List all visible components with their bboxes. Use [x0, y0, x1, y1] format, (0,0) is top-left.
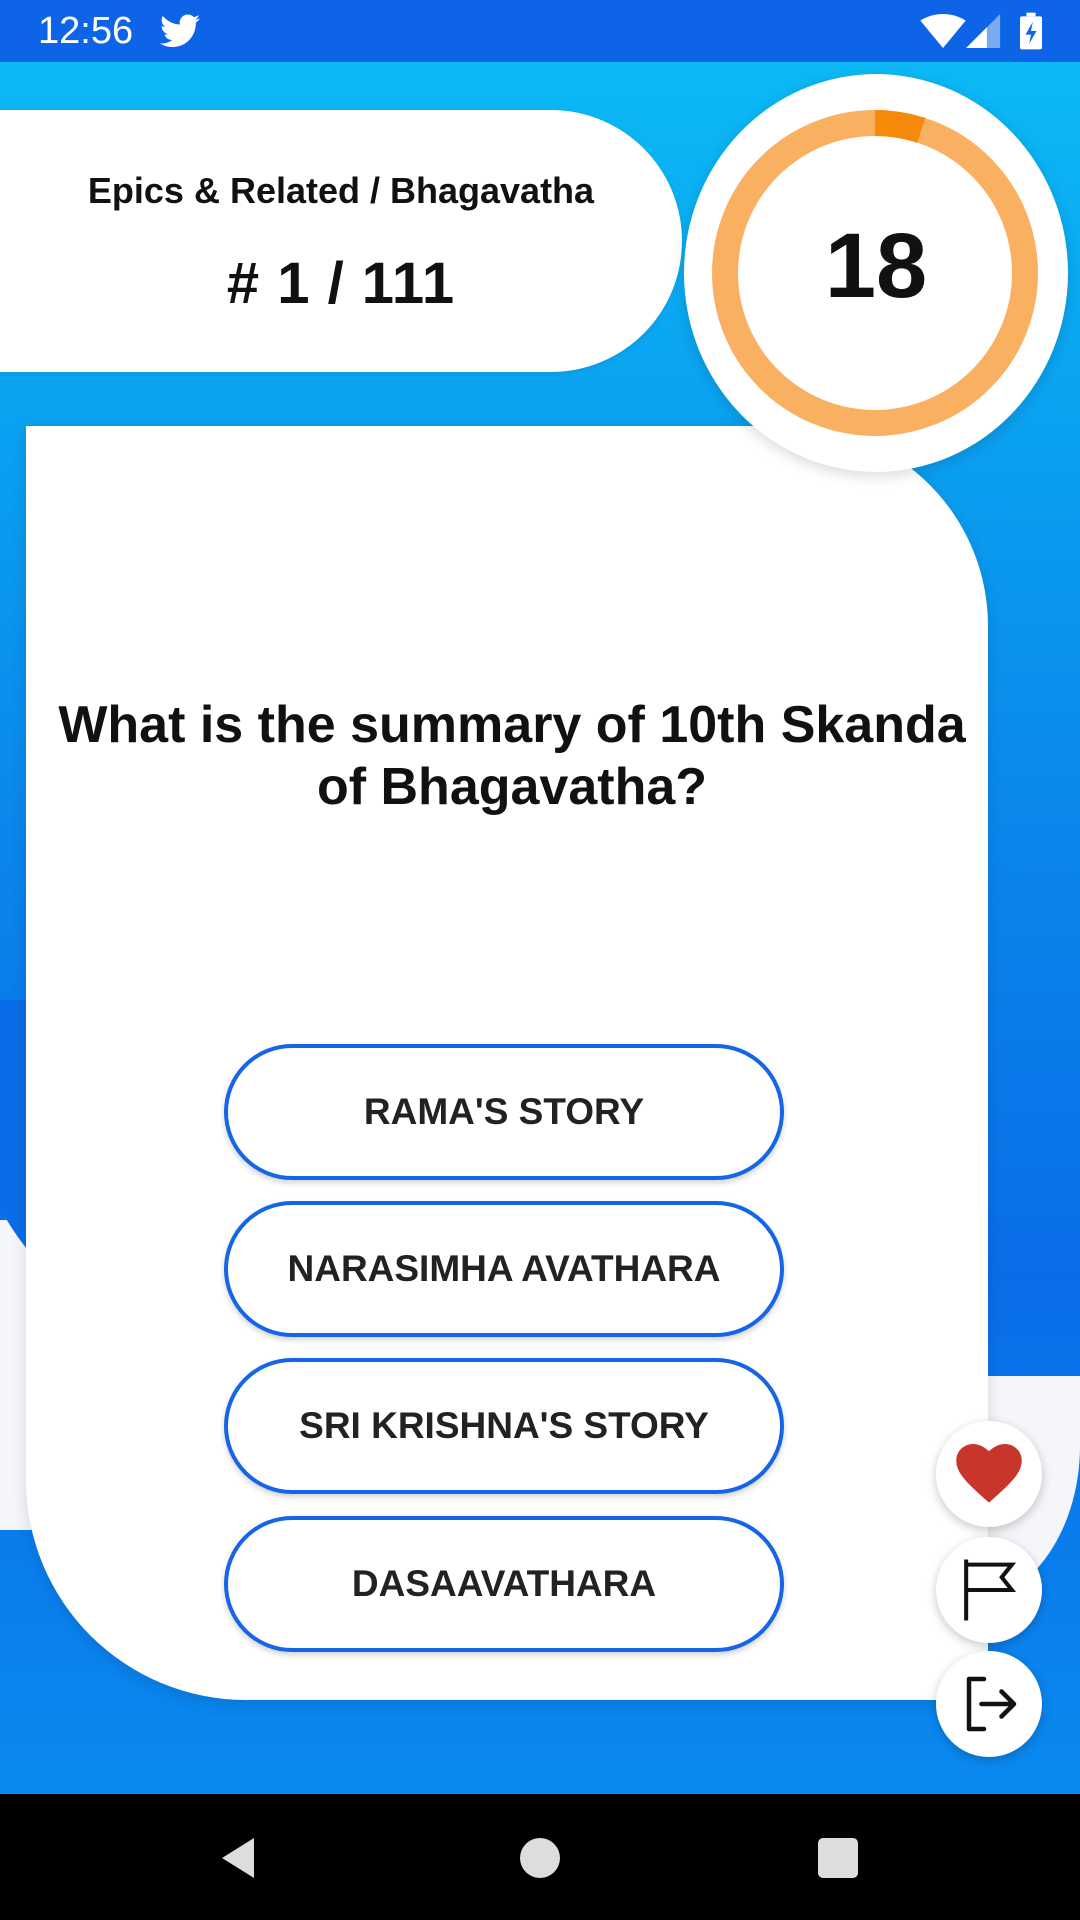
answer-option-4[interactable]: DASAAVATHARA — [224, 1516, 784, 1652]
quiz-header: Epics & Related / Bhagavatha # 1 / 111 — [0, 110, 682, 372]
status-time: 12:56 — [38, 10, 134, 52]
home-icon[interactable] — [520, 1838, 560, 1878]
question-text: What is the summary of 10th Skanda of Bh… — [58, 696, 966, 816]
twitter-icon — [160, 14, 200, 47]
heart-icon — [956, 1444, 1022, 1503]
battery-icon — [1020, 12, 1042, 50]
favorite-button[interactable] — [936, 1421, 1042, 1527]
answer-label: SRI KRISHNA'S STORY — [299, 1405, 709, 1446]
system-nav-bar — [0, 1794, 1080, 1920]
answer-label: DASAAVATHARA — [351, 1563, 657, 1604]
timer-value: 18 — [824, 215, 928, 317]
answer-label: RAMA'S STORY — [363, 1091, 645, 1132]
answer-option-3[interactable]: SRI KRISHNA'S STORY — [224, 1358, 784, 1494]
exit-icon — [966, 1676, 1017, 1732]
question-counter: # 1 / 111 — [226, 251, 456, 316]
exit-button[interactable] — [936, 1651, 1042, 1757]
wifi-icon — [920, 14, 966, 48]
countdown-timer: 18 — [684, 74, 1068, 472]
report-button[interactable] — [936, 1537, 1042, 1643]
back-icon[interactable] — [214, 1834, 262, 1882]
category-title: Epics & Related / Bhagavatha — [87, 170, 595, 211]
answer-option-2[interactable]: NARASIMHA AVATHARA — [224, 1201, 784, 1337]
flag-icon — [964, 1559, 1017, 1621]
question-card: What is the summary of 10th Skanda of Bh… — [26, 426, 988, 1700]
answer-option-1[interactable]: RAMA'S STORY — [224, 1044, 784, 1180]
status-bar: 12:56 — [0, 0, 1080, 62]
recents-icon[interactable] — [818, 1838, 858, 1878]
signal-icon — [966, 14, 1001, 48]
answer-label: NARASIMHA AVATHARA — [287, 1248, 721, 1289]
